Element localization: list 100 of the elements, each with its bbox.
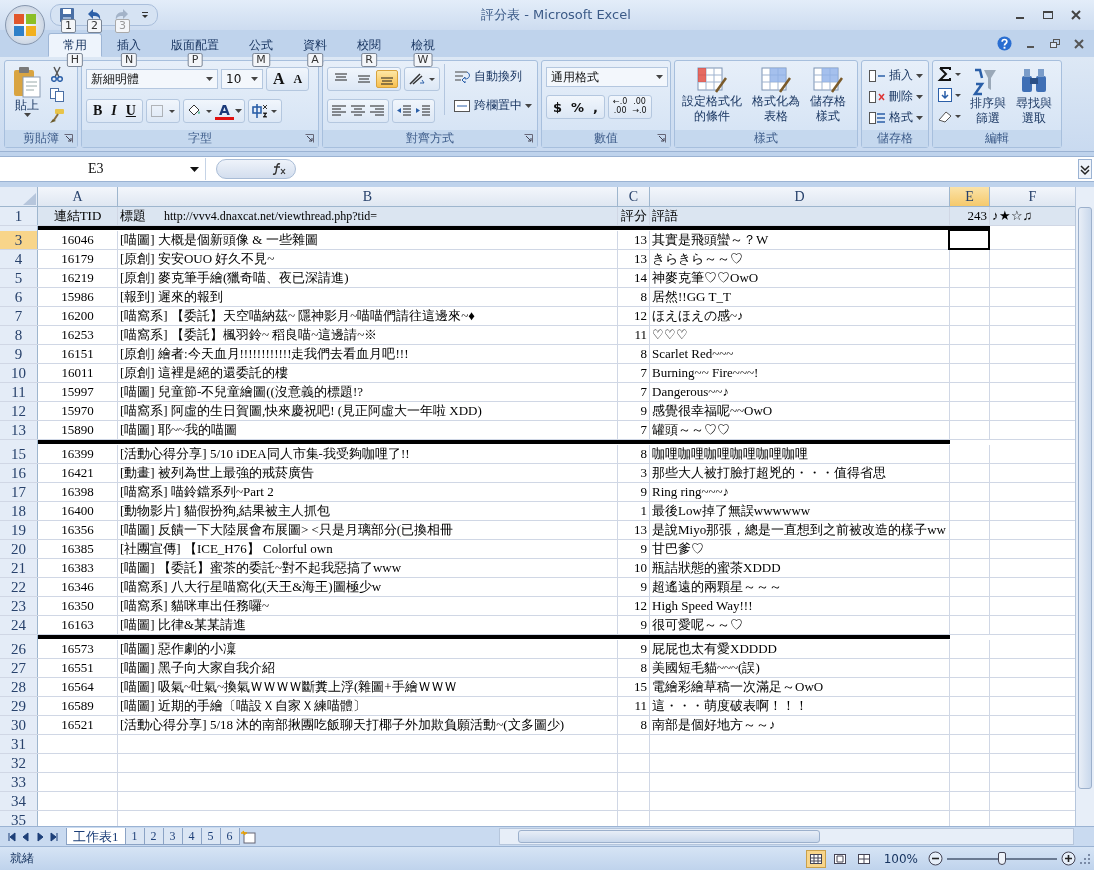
horizontal-scrollbar[interactable] bbox=[498, 828, 1074, 845]
row-header[interactable]: 9 bbox=[0, 345, 38, 363]
row-header[interactable]: 23 bbox=[0, 597, 38, 615]
copy-icon[interactable] bbox=[49, 87, 65, 103]
decimal-button[interactable]: .00 →.0 bbox=[630, 97, 649, 117]
row-header[interactable]: 34 bbox=[0, 792, 38, 810]
row-header[interactable]: 18 bbox=[0, 502, 38, 520]
borders-icon[interactable] bbox=[148, 103, 177, 119]
cut-icon[interactable] bbox=[49, 66, 65, 82]
row-header[interactable]: 22 bbox=[0, 578, 38, 596]
caret-icon[interactable] bbox=[234, 109, 242, 113]
zoom-slider[interactable] bbox=[947, 851, 1057, 866]
row-header[interactable]: 29 bbox=[0, 697, 38, 715]
cells-button[interactable]: 刪除 bbox=[866, 87, 925, 106]
style-button[interactable]: 設定格式化 的條件 bbox=[679, 64, 745, 126]
decimal-button[interactable]: ←.0 .00 bbox=[611, 97, 630, 117]
fill-icon[interactable] bbox=[937, 87, 963, 103]
restore-icon[interactable] bbox=[1050, 38, 1060, 49]
new-sheet-icon[interactable] bbox=[238, 829, 259, 844]
decrease-indent-icon[interactable] bbox=[395, 103, 413, 119]
expand-icon[interactable] bbox=[1078, 159, 1092, 179]
column-header[interactable]: E bbox=[950, 187, 990, 207]
number-style-button[interactable]: , bbox=[589, 97, 603, 117]
sum-icon[interactable] bbox=[937, 66, 963, 82]
active-cell[interactable] bbox=[948, 229, 990, 250]
dialog-launcher-icon[interactable] bbox=[524, 134, 533, 143]
font-name-dropdown[interactable]: 新細明體 bbox=[86, 69, 218, 89]
horizontal-align-icon[interactable] bbox=[349, 103, 367, 119]
scrollbar-thumb[interactable] bbox=[517, 830, 820, 843]
text-style-button[interactable]: B bbox=[89, 101, 107, 121]
dialog-launcher-icon[interactable] bbox=[305, 134, 314, 143]
function-button[interactable] bbox=[216, 159, 296, 179]
number-style-button[interactable]: % bbox=[567, 97, 589, 117]
text-style-button[interactable]: I bbox=[107, 101, 121, 121]
wrap-text-button[interactable]: 自動換列 bbox=[451, 67, 534, 86]
row-header[interactable]: 33 bbox=[0, 773, 38, 791]
zoom-out-icon[interactable] bbox=[928, 851, 943, 866]
row-header[interactable]: 31 bbox=[0, 735, 38, 753]
row-header[interactable]: 10 bbox=[0, 364, 38, 382]
dialog-launcher-icon[interactable] bbox=[64, 134, 73, 143]
format-painter-icon[interactable] bbox=[49, 108, 65, 124]
vertical-scrollbar[interactable] bbox=[1075, 187, 1094, 826]
help-icon[interactable] bbox=[997, 36, 1012, 51]
shrink-font-button[interactable]: A bbox=[289, 69, 307, 89]
style-button[interactable]: 儲存格 樣式 bbox=[807, 64, 849, 126]
vertical-align-button[interactable] bbox=[376, 70, 398, 88]
row-header[interactable]: 27 bbox=[0, 659, 38, 677]
column-header[interactable]: C bbox=[618, 187, 650, 207]
number-style-button[interactable]: $ bbox=[549, 97, 567, 117]
name-box[interactable]: E3 bbox=[0, 158, 206, 180]
row-header[interactable]: 20 bbox=[0, 540, 38, 558]
sheet-nav-icon[interactable] bbox=[6, 831, 18, 842]
increase-indent-icon[interactable] bbox=[414, 103, 432, 119]
row-header[interactable]: 6 bbox=[0, 288, 38, 306]
editing-button[interactable]: 排序與 篩選 bbox=[967, 64, 1009, 128]
close-icon[interactable] bbox=[1074, 38, 1084, 49]
dialog-launcher-icon[interactable] bbox=[657, 134, 666, 143]
row-header[interactable]: 15 bbox=[0, 445, 38, 463]
customize-caret-icon[interactable] bbox=[141, 11, 149, 19]
font-size-dropdown[interactable]: 10 bbox=[221, 69, 263, 89]
merge-center-button[interactable]: 跨欄置中 bbox=[451, 96, 534, 115]
row-header[interactable]: 28 bbox=[0, 678, 38, 696]
sheet-nav-icon[interactable] bbox=[48, 831, 60, 842]
column-header[interactable]: F bbox=[990, 187, 1075, 207]
sheet-nav-icon[interactable] bbox=[34, 831, 46, 842]
sheet-nav-icon[interactable] bbox=[20, 831, 32, 842]
view-button[interactable] bbox=[805, 849, 826, 868]
text-style-button[interactable]: U bbox=[121, 101, 140, 121]
number-format-dropdown[interactable]: 通用格式 bbox=[546, 67, 668, 87]
row-header[interactable]: 26 bbox=[0, 640, 38, 658]
paste-button[interactable]: 貼上 bbox=[9, 64, 45, 119]
row-header[interactable]: 11 bbox=[0, 383, 38, 401]
zoom-in-icon[interactable] bbox=[1061, 851, 1076, 866]
close-icon[interactable] bbox=[1070, 10, 1082, 20]
horizontal-align-icon[interactable] bbox=[330, 103, 348, 119]
row-header[interactable]: 24 bbox=[0, 616, 38, 634]
row-header[interactable]: 19 bbox=[0, 521, 38, 539]
column-header[interactable]: D bbox=[650, 187, 950, 207]
grow-font-button[interactable]: A bbox=[269, 69, 289, 89]
row-header[interactable]: 5 bbox=[0, 269, 38, 287]
row-header[interactable]: 3 bbox=[0, 231, 38, 249]
row-header[interactable]: 16 bbox=[0, 464, 38, 482]
column-header[interactable]: B bbox=[118, 187, 618, 207]
zoom-level[interactable]: 100% bbox=[883, 851, 918, 866]
row-header[interactable]: 8 bbox=[0, 326, 38, 344]
zoom-slider-thumb[interactable] bbox=[998, 851, 1006, 865]
row-header[interactable]: 30 bbox=[0, 716, 38, 734]
style-button[interactable]: 格式化為 表格 bbox=[749, 64, 803, 126]
row-header[interactable]: 32 bbox=[0, 754, 38, 772]
row-header[interactable]: 7 bbox=[0, 307, 38, 325]
orientation-icon[interactable] bbox=[407, 71, 437, 87]
column-header[interactable]: A bbox=[38, 187, 118, 207]
horizontal-align-icon[interactable] bbox=[368, 103, 386, 119]
row-header[interactable]: 12 bbox=[0, 402, 38, 420]
resize-grip-icon[interactable] bbox=[1080, 853, 1090, 864]
row-header[interactable]: 13 bbox=[0, 421, 38, 439]
phonetic-guide-icon[interactable] bbox=[250, 103, 279, 119]
row-header[interactable]: 17 bbox=[0, 483, 38, 501]
editing-button[interactable]: 尋找與 選取 bbox=[1013, 64, 1055, 128]
office-button[interactable] bbox=[5, 5, 45, 45]
